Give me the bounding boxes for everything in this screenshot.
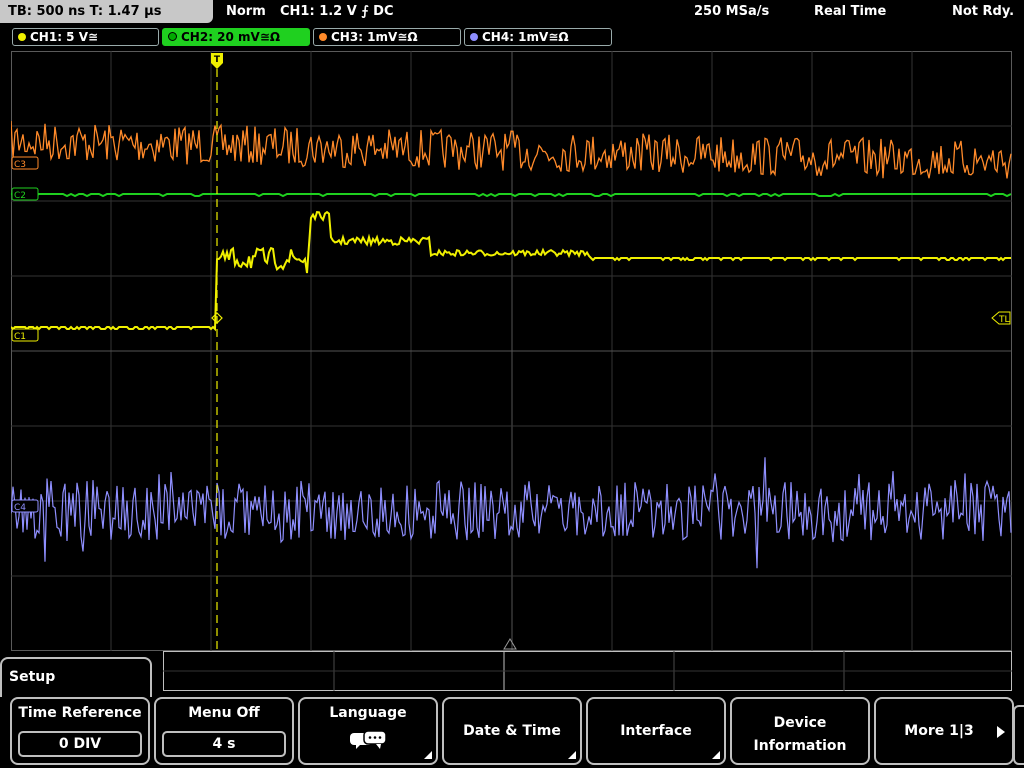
next-page-arrow-icon bbox=[997, 726, 1005, 738]
menu-off-button[interactable]: Menu Off 4 s bbox=[154, 697, 294, 765]
time-reference-value: 0 DIV bbox=[18, 731, 142, 757]
time-reference-button[interactable]: Time Reference 0 DIV bbox=[10, 697, 150, 765]
side-menu-tab[interactable] bbox=[1013, 705, 1024, 765]
timebase-readout[interactable]: TB: 500 ns T: 1.47 µs bbox=[0, 0, 213, 23]
ch2-label: CH2: 20 mV≅Ω bbox=[181, 30, 281, 44]
date-time-button[interactable]: Date & Time bbox=[442, 697, 582, 765]
ch1-label: CH1: 5 V≅ bbox=[30, 30, 99, 44]
ch2-color-dot bbox=[168, 32, 177, 41]
svg-text:C4: C4 bbox=[14, 503, 26, 513]
ch2-offset-marker[interactable]: C2 bbox=[11, 187, 39, 201]
date-time-label: Date & Time bbox=[463, 723, 561, 739]
more-button[interactable]: More 1|3 bbox=[874, 697, 1014, 765]
interface-label: Interface bbox=[620, 723, 692, 739]
more-label: More 1|3 bbox=[904, 723, 974, 739]
menu-off-label: Menu Off bbox=[188, 705, 260, 721]
channel-3-box[interactable]: CH3: 1mV≅Ω bbox=[313, 28, 461, 46]
channel-1-box[interactable]: CH1: 5 V≅ bbox=[12, 28, 159, 46]
device-information-button[interactable]: Device Information bbox=[730, 697, 870, 765]
menu-off-value: 4 s bbox=[162, 731, 286, 757]
reference-marker-bottom bbox=[503, 638, 517, 650]
graticule bbox=[11, 51, 1012, 651]
ch2-waveform bbox=[11, 192, 1012, 198]
svg-text:C2: C2 bbox=[14, 191, 26, 201]
menu-title-tab: Setup bbox=[0, 657, 152, 697]
message-area bbox=[163, 651, 1012, 691]
device-information-line2: Information bbox=[753, 738, 847, 754]
submenu-indicator-icon bbox=[424, 751, 432, 759]
language-label: Language bbox=[329, 705, 407, 721]
svg-text:TL: TL bbox=[998, 315, 1010, 325]
waveform-canvas: T C3 C2 C1 C4 TL bbox=[11, 51, 1012, 651]
time-reference-label: Time Reference bbox=[18, 705, 142, 721]
ch4-waveform bbox=[11, 457, 1012, 569]
submenu-indicator-icon bbox=[712, 751, 720, 759]
ch3-offset-marker[interactable]: C3 bbox=[11, 156, 39, 170]
svg-text:C1: C1 bbox=[14, 332, 26, 342]
trigger-level-label[interactable]: TL bbox=[991, 311, 1011, 325]
speech-bubbles-icon bbox=[350, 730, 387, 749]
trigger-source[interactable]: CH1: 1.2 V ⨍ DC bbox=[280, 0, 394, 23]
acquisition-state: Not Rdy. bbox=[952, 4, 1015, 19]
ch3-color-dot bbox=[319, 33, 327, 41]
trigger-mode[interactable]: Norm bbox=[226, 0, 266, 23]
svg-text:C3: C3 bbox=[14, 160, 26, 170]
device-information-line1: Device bbox=[773, 715, 827, 731]
ch1-offset-marker[interactable]: C1 bbox=[11, 328, 39, 342]
ch4-label: CH4: 1mV≅Ω bbox=[482, 30, 569, 44]
acquisition-mode: Real Time bbox=[814, 4, 887, 19]
svg-text:T: T bbox=[214, 55, 221, 65]
ch1-waveform bbox=[11, 210, 1011, 332]
ch4-offset-marker[interactable]: C4 bbox=[11, 499, 39, 513]
channel-2-box[interactable]: CH2: 20 mV≅Ω bbox=[162, 28, 310, 46]
trigger-marker-top[interactable]: T bbox=[211, 53, 223, 69]
channel-4-box[interactable]: CH4: 1mV≅Ω bbox=[464, 28, 612, 46]
ch4-color-dot bbox=[470, 33, 478, 41]
channel-bar: CH1: 5 V≅ CH2: 20 mV≅Ω CH3: 1mV≅Ω CH4: 1… bbox=[0, 26, 1024, 48]
interface-button[interactable]: Interface bbox=[586, 697, 726, 765]
ch3-label: CH3: 1mV≅Ω bbox=[331, 30, 418, 44]
sample-rate: 250 MSa/s bbox=[694, 4, 770, 19]
waveform-display[interactable]: T C3 C2 C1 C4 TL bbox=[11, 51, 1012, 651]
ch3-waveform bbox=[11, 120, 1012, 179]
ch1-color-dot bbox=[18, 33, 26, 41]
status-bar: TB: 500 ns T: 1.47 µs Norm CH1: 1.2 V ⨍ … bbox=[0, 0, 1024, 23]
submenu-indicator-icon bbox=[568, 751, 576, 759]
language-button[interactable]: Language bbox=[298, 697, 438, 765]
